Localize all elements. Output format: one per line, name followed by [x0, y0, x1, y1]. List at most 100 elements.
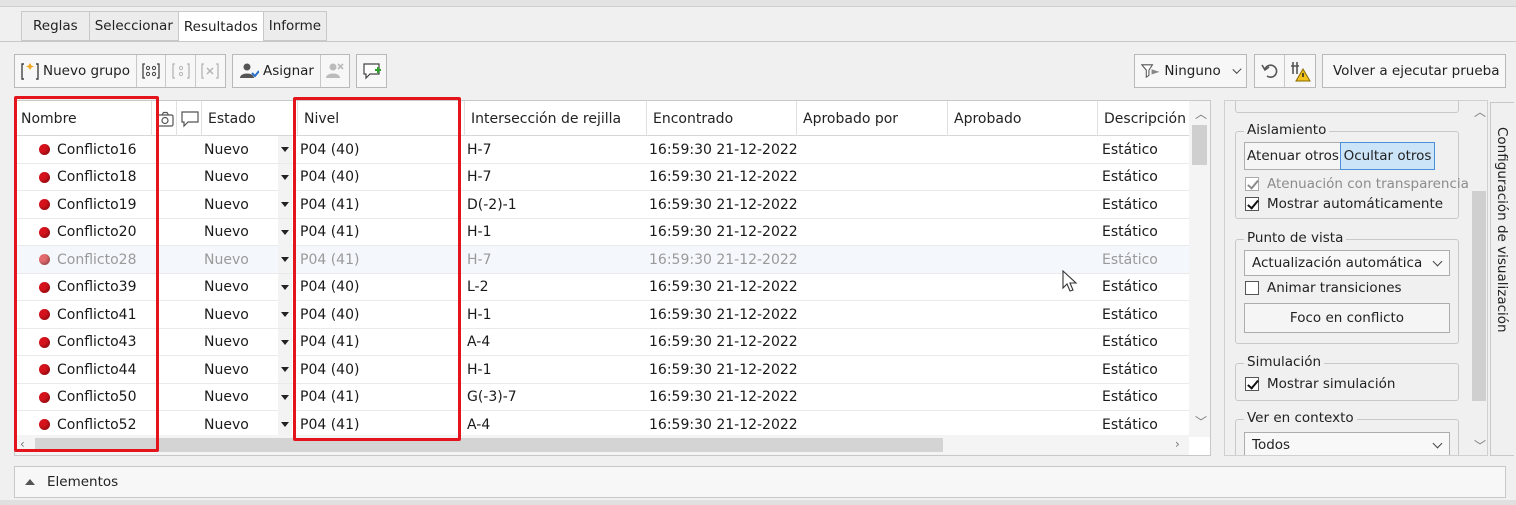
table-row[interactable]: Conflicto41 Nuevo P04 (40) H-1 16:59:30 21-1…	[15, 301, 1189, 329]
cell-estado[interactable]: Nuevo	[204, 411, 249, 438]
estado-dropdown-arrow-icon[interactable]	[278, 218, 292, 246]
estado-dropdown-arrow-icon[interactable]	[278, 328, 292, 356]
context-select[interactable]: Todos	[1244, 432, 1450, 455]
estado-dropdown-arrow-icon[interactable]	[278, 163, 292, 191]
isolation-group: Aislamiento Atenuar otros Ocultar otros …	[1235, 122, 1469, 219]
cell-interseccion: D(-2)-1	[467, 196, 517, 213]
table-row[interactable]: Conflicto28 Nuevo P04 (41) H-7 16:59:30 21-1…	[15, 246, 1189, 274]
ungroup-button[interactable]	[166, 55, 196, 87]
table-row[interactable]: Conflicto19 Nuevo P04 (41) D(-2)-1 16:59:30 …	[15, 191, 1189, 219]
conflict-status-dot-icon	[39, 411, 51, 438]
cell-estado[interactable]: Nuevo	[204, 246, 249, 273]
table-horizontal-scrollbar[interactable]: ‹ ›	[15, 435, 1189, 455]
table-row[interactable]: Conflicto50 Nuevo P04 (41) G(-3)-7 16:59:30 …	[15, 383, 1189, 411]
filter-dropdown-inner[interactable]: Ninguno	[1135, 55, 1246, 87]
scroll-down-icon[interactable]: ﹀	[1195, 413, 1207, 430]
cell-estado[interactable]: Nuevo	[204, 164, 249, 191]
collapsed-group-top	[1235, 101, 1459, 113]
top-strip	[0, 0, 1516, 7]
horizontal-scroll-thumb[interactable]	[35, 438, 943, 452]
add-comment-button[interactable]	[357, 55, 386, 87]
settings-scrollbar[interactable]: ︿ ﹀	[1469, 101, 1487, 455]
col-header-nombre[interactable]: Nombre	[15, 101, 152, 136]
estado-dropdown-arrow-icon[interactable]	[278, 136, 292, 163]
col-header-encontrado[interactable]: Encontrado	[647, 101, 797, 136]
cell-estado[interactable]: Nuevo	[204, 301, 249, 328]
col-header-comments[interactable]	[177, 101, 202, 136]
scroll-left-icon[interactable]: ‹	[20, 437, 25, 451]
cell-nivel: P04 (40)	[300, 306, 360, 323]
transparency-dim-checkbox[interactable]: Atenuación con transparencia	[1245, 176, 1469, 192]
rerun-label: Volver a ejecutar prueba	[1333, 63, 1500, 79]
simulation-title: Simulación	[1244, 354, 1325, 370]
vertical-scroll-thumb[interactable]	[1192, 125, 1207, 165]
col-header-nivel[interactable]: Nivel	[298, 101, 465, 136]
warning-settings-button[interactable]	[1285, 55, 1315, 87]
table-row[interactable]: Conflicto18 Nuevo P04 (40) H-7 16:59:30 21-1…	[15, 163, 1189, 191]
auto-show-checkbox[interactable]: Mostrar automáticamente	[1245, 196, 1443, 212]
cell-estado[interactable]: Nuevo	[204, 219, 249, 246]
table-row[interactable]: Conflicto16 Nuevo P04 (40) H-7 16:59:30 21-1…	[15, 136, 1189, 164]
hide-others-button[interactable]: Ocultar otros	[1340, 142, 1435, 170]
estado-dropdown-arrow-icon[interactable]	[278, 246, 292, 273]
remove-from-group-button[interactable]	[196, 55, 225, 87]
cell-interseccion: A-4	[467, 416, 491, 433]
table-row[interactable]: Conflicto20 Nuevo P04 (41) H-1 16:59:30 21-1…	[15, 218, 1189, 246]
settings-scroll-thumb[interactable]	[1472, 191, 1486, 401]
col-interseccion-label: Intersección de rejilla	[471, 110, 622, 127]
tab-seleccionar[interactable]: Seleccionar	[88, 11, 178, 41]
col-header-interseccion[interactable]: Intersección de rejilla	[465, 101, 647, 136]
estado-dropdown-arrow-icon[interactable]	[278, 356, 292, 383]
tab-reglas[interactable]: Reglas	[21, 11, 89, 41]
cell-estado[interactable]: Nuevo	[204, 356, 249, 383]
tab-resultados[interactable]: Resultados	[177, 11, 263, 42]
cell-encontrado: 16:59:30 21-12-2022	[649, 141, 798, 158]
col-header-aprobado[interactable]: Aprobado	[948, 101, 1098, 136]
dim-others-button[interactable]: Atenuar otros	[1244, 142, 1342, 170]
new-group-button[interactable]: Nuevo grupo	[15, 55, 138, 87]
rerun-test-button[interactable]: Volver a ejecutar prueba	[1323, 55, 1505, 87]
estado-dropdown-arrow-icon[interactable]	[278, 191, 292, 218]
table-row[interactable]: Conflicto44 Nuevo P04 (40) H-1 16:59:30 21-1…	[15, 356, 1189, 384]
estado-dropdown-arrow-icon[interactable]	[278, 273, 292, 301]
unassign-button[interactable]	[321, 55, 349, 87]
col-header-estado[interactable]: Estado	[202, 101, 298, 136]
tab-informe[interactable]: Informe	[262, 11, 328, 41]
scroll-down-icon[interactable]: ﹀	[1474, 437, 1486, 454]
estado-dropdown-arrow-icon[interactable]	[278, 383, 292, 411]
table-vertical-scrollbar[interactable]: ︿ ﹀	[1189, 101, 1210, 437]
scroll-right-icon[interactable]: ›	[1175, 437, 1180, 451]
show-simulation-checkbox[interactable]: Mostrar simulación	[1245, 376, 1395, 392]
table-row[interactable]: Conflicto39 Nuevo P04 (40) L-2 16:59:30 21-1…	[15, 273, 1189, 301]
col-header-aprobado-por[interactable]: Aprobado por	[797, 101, 948, 136]
col-aprobado-por-label: Aprobado por	[803, 110, 899, 127]
display-settings-side-tab[interactable]: Configuración de visualización	[1490, 102, 1514, 456]
focus-conflict-button[interactable]: Foco en conflicto	[1244, 303, 1450, 333]
estado-dropdown-arrow-icon[interactable]	[278, 411, 292, 438]
viewpoint-select[interactable]: Actualización automática	[1244, 250, 1450, 276]
animate-transitions-checkbox[interactable]: Animar transiciones	[1245, 280, 1402, 296]
checkbox-box	[1245, 197, 1259, 211]
estado-dropdown-arrow-icon[interactable]	[278, 301, 292, 328]
col-header-descripcion[interactable]: Descripción	[1098, 101, 1189, 136]
cell-estado[interactable]: Nuevo	[204, 274, 249, 301]
auto-show-label: Mostrar automáticamente	[1267, 196, 1444, 212]
expand-up-icon[interactable]	[25, 479, 35, 485]
group-items-button[interactable]	[137, 55, 167, 87]
filter-dropdown[interactable]: Ninguno	[1134, 54, 1247, 88]
col-header-snapshot[interactable]	[152, 101, 177, 136]
assign-button[interactable]: Asignar	[233, 55, 321, 87]
results-table: Nombre Estado Nivel Intersección de reji…	[14, 100, 1211, 456]
cell-estado[interactable]: Nuevo	[204, 191, 249, 218]
simulation-group: Simulación Mostrar simulación	[1235, 354, 1459, 401]
elements-bar[interactable]: Elementos	[14, 466, 1506, 498]
cell-estado[interactable]: Nuevo	[204, 329, 249, 356]
reset-view-button[interactable]	[1255, 55, 1285, 87]
rerun-toolbar: Volver a ejecutar prueba	[1322, 54, 1506, 88]
scroll-up-icon[interactable]: ︿	[1474, 103, 1486, 120]
scroll-up-icon[interactable]: ︿	[1195, 105, 1207, 122]
cell-estado[interactable]: Nuevo	[204, 384, 249, 411]
table-row[interactable]: Conflicto43 Nuevo P04 (41) A-4 16:59:30 21-1…	[15, 328, 1189, 356]
cell-estado[interactable]: Nuevo	[204, 136, 249, 163]
undo-arrow-icon	[1260, 64, 1277, 78]
